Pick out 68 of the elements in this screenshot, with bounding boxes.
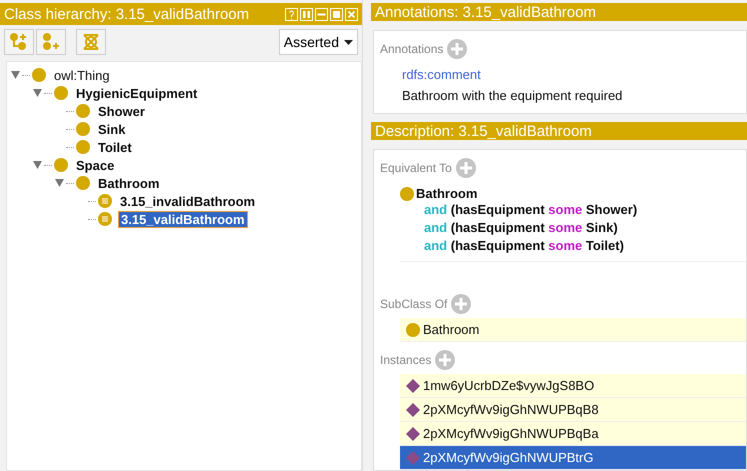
class-icon — [76, 176, 90, 190]
class-tree-item[interactable]: Shower — [96, 104, 147, 118]
add-icon[interactable] — [456, 158, 476, 178]
annotation-property[interactable]: rdfs:comment — [402, 67, 746, 82]
instance-row[interactable]: 2pXMcyfWv9igGhNWUPBqBa — [400, 422, 746, 446]
add-sibling-icon — [41, 32, 61, 52]
class-icon — [400, 186, 414, 200]
instance-name: 2pXMcyfWv9igGhNWUPBtrG — [423, 450, 594, 465]
class-icon — [406, 322, 420, 336]
panel-title: Annotations: 3.15_validBathroom — [375, 4, 596, 20]
add-subclass-icon — [9, 32, 29, 52]
individual-icon — [406, 450, 420, 464]
instance-name: 2pXMcyfWv9igGhNWUPBqB8 — [423, 402, 599, 417]
class-tree-item[interactable]: Bathroom — [96, 176, 162, 190]
instance-name: 1mw6yUcrbDZe$vywJgS8BO — [423, 378, 594, 393]
class-icon — [32, 68, 46, 82]
class-tree-item[interactable]: 3.15_validBathroom — [118, 210, 248, 228]
expanded-arrow-icon[interactable] — [11, 71, 20, 79]
add-subclass-button[interactable] — [4, 29, 34, 55]
caret-icon — [344, 40, 353, 44]
instance-name: 2pXMcyfWv9igGhNWUPBqBa — [423, 426, 599, 441]
defined-class-icon — [98, 194, 112, 208]
class-icon — [54, 158, 68, 172]
hierarchy-mode-dropdown[interactable]: Asserted — [278, 29, 358, 55]
section-label: Annotations — [380, 42, 444, 56]
class-tree-item[interactable]: HygienicEquipment — [74, 86, 200, 100]
class-icon — [76, 122, 90, 136]
split-icon[interactable] — [300, 8, 313, 20]
close-icon[interactable] — [345, 8, 358, 20]
help-icon[interactable] — [285, 8, 298, 20]
maximize-icon[interactable] — [330, 8, 343, 20]
class-name: Bathroom — [416, 186, 478, 201]
delete-icon — [81, 32, 101, 52]
panel-title: Description: 3.15_validBathroom — [375, 122, 592, 140]
section-label: Equivalent To — [380, 161, 452, 175]
class-tree-item[interactable]: 3.15_invalidBathroom — [118, 194, 258, 208]
expression-line: and (hasEquipment some Sink) — [423, 219, 619, 237]
individual-icon — [406, 402, 420, 416]
annotation-value: Bathroom with the equipment required — [402, 88, 624, 103]
class-icon — [76, 140, 90, 154]
instance-row[interactable]: 2pXMcyfWv9igGhNWUPBtrG — [400, 446, 746, 470]
class-icon — [76, 104, 90, 118]
section-label: SubClass Of — [380, 297, 448, 311]
expanded-arrow-icon[interactable] — [55, 179, 64, 187]
class-tree-item[interactable]: Sink — [96, 122, 128, 136]
expression-line: and (hasEquipment some Shower) — [423, 201, 638, 219]
instance-row[interactable]: 1mw6yUcrbDZe$vywJgS8BO — [400, 374, 746, 398]
add-icon[interactable] — [451, 294, 472, 314]
class-icon — [54, 86, 68, 100]
delete-class-button[interactable] — [76, 29, 106, 55]
class-name: Bathroom — [423, 322, 480, 337]
superclass-row[interactable]: Bathroom — [400, 318, 746, 342]
expanded-arrow-icon[interactable] — [33, 161, 42, 169]
expression-line: and (hasEquipment some Toilet) — [423, 237, 625, 255]
class-tree-item[interactable]: Space — [74, 158, 116, 172]
defined-class-icon — [98, 212, 112, 226]
instance-row[interactable]: 2pXMcyfWv9igGhNWUPBqB8 — [400, 398, 746, 422]
individual-icon — [406, 426, 420, 440]
add-icon[interactable] — [447, 39, 468, 59]
add-sibling-button[interactable] — [36, 29, 66, 55]
panel-title: Class hierarchy: 3.15_validBathroom — [4, 6, 250, 22]
class-tree-item[interactable]: owl:Thing — [52, 68, 112, 82]
add-icon[interactable] — [435, 350, 456, 370]
individual-icon — [406, 378, 420, 392]
section-label: Instances — [380, 353, 432, 367]
minimize-icon[interactable] — [315, 8, 328, 20]
class-tree-item[interactable]: Toilet — [96, 140, 134, 154]
expanded-arrow-icon[interactable] — [33, 89, 42, 97]
